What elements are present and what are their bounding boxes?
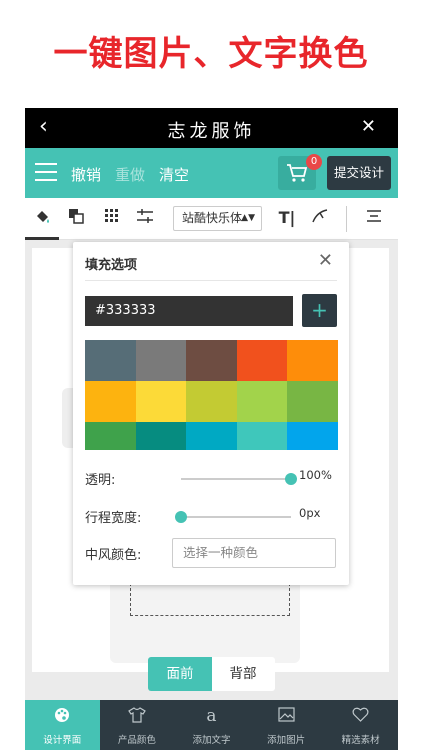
undo-button[interactable]: 撤销 xyxy=(71,164,101,185)
toolbar-divider xyxy=(346,206,347,232)
cart-count-badge: 0 xyxy=(306,154,322,170)
font-select-value: 站酷快乐体 xyxy=(182,211,243,225)
slider-thumb[interactable] xyxy=(285,473,297,485)
stroke-color-label: 中风颜色: xyxy=(85,548,142,563)
nav-item-label: 添加文字 xyxy=(192,735,231,746)
bottom-nav: 设计界面 产品颜色 a 添加文字 添加图片 精选素材 xyxy=(25,700,398,750)
color-swatch[interactable] xyxy=(236,381,288,422)
palette-icon xyxy=(25,707,100,727)
title-bar: ‹ 志龙服饰 ✕ xyxy=(25,108,398,148)
view-toggle: 面前 背部 xyxy=(148,657,275,691)
active-tool-indicator xyxy=(25,237,59,240)
nav-item-label: 精选素材 xyxy=(341,735,380,746)
color-swatch[interactable] xyxy=(236,340,288,381)
promo-headline: 一键图片、文字换色 xyxy=(53,34,369,74)
nav-item-tshirt[interactable]: 产品颜色 xyxy=(100,700,175,750)
fill-bucket-icon[interactable] xyxy=(33,208,53,228)
color-swatch[interactable] xyxy=(287,381,338,422)
opacity-value: 100% xyxy=(299,468,332,482)
tshirt-icon xyxy=(100,707,175,727)
color-swatch[interactable] xyxy=(135,381,187,422)
stroke-width-value: 0px xyxy=(299,506,321,520)
stroke-color-input[interactable]: 选择一种颜色 xyxy=(172,538,336,568)
close-icon[interactable]: ✕ xyxy=(361,116,376,137)
nav-item-heart[interactable]: 精选素材 xyxy=(323,700,398,750)
page-title: 志龙服饰 xyxy=(167,121,256,142)
nav-item-label: 产品颜色 xyxy=(117,735,156,746)
nav-item-palette[interactable]: 设计界面 xyxy=(25,700,100,750)
fill-options-panel: 填充选项 ✕ #333333 + 透明: 100% 行程宽度: 0px 中风颜色… xyxy=(73,242,349,585)
color-swatch[interactable] xyxy=(85,340,136,381)
nav-item-text[interactable]: a 添加文字 xyxy=(174,700,249,750)
select-arrows-icon: ▲▼ xyxy=(241,213,255,223)
divider xyxy=(85,280,337,281)
nav-item-label: 设计界面 xyxy=(43,735,82,746)
back-view-button[interactable]: 背部 xyxy=(211,657,275,691)
cart-icon xyxy=(287,164,308,182)
image-icon xyxy=(249,707,324,726)
phone-screen: ‹ 志龙服饰 ✕ 撤销 重做 清空 0 提交设计 站酷快乐体 ▲▼ T| 填充选… xyxy=(25,108,398,750)
clear-button[interactable]: 清空 xyxy=(159,164,189,185)
color-swatch[interactable] xyxy=(186,340,237,381)
stroke-width-slider[interactable] xyxy=(175,511,291,523)
close-icon[interactable]: ✕ xyxy=(318,250,333,271)
action-bar: 撤销 重做 清空 0 提交设计 xyxy=(25,148,398,198)
color-swatch[interactable] xyxy=(85,381,136,422)
nav-item-label: 添加图片 xyxy=(267,735,306,746)
adjust-sliders-icon[interactable] xyxy=(135,208,155,228)
layer-order-icon[interactable] xyxy=(66,208,86,228)
font-select[interactable]: 站酷快乐体 ▲▼ xyxy=(173,206,262,231)
curve-text-icon[interactable] xyxy=(310,208,330,228)
text-tool-icon[interactable]: T| xyxy=(277,208,297,228)
color-swatch[interactable] xyxy=(135,340,187,381)
front-view-button[interactable]: 面前 xyxy=(148,657,212,691)
panel-title: 填充选项 xyxy=(85,258,138,273)
submit-design-button[interactable]: 提交设计 xyxy=(327,156,391,190)
redo-button[interactable]: 重做 xyxy=(115,164,145,185)
slider-thumb[interactable] xyxy=(175,511,187,523)
add-color-button[interactable]: + xyxy=(302,294,337,327)
edit-toolbar: 站酷快乐体 ▲▼ T| xyxy=(25,198,398,240)
color-swatch[interactable] xyxy=(186,381,237,422)
text-icon: a xyxy=(206,706,217,726)
color-swatch[interactable] xyxy=(287,340,338,381)
menu-icon[interactable] xyxy=(35,163,57,181)
color-swatch[interactable] xyxy=(186,422,237,450)
nav-item-image[interactable]: 添加图片 xyxy=(249,700,324,750)
heart-icon xyxy=(323,707,398,726)
cart-button[interactable]: 0 xyxy=(278,154,322,190)
align-icon[interactable] xyxy=(364,208,384,228)
color-swatch-grid xyxy=(85,340,338,450)
color-hex-input[interactable]: #333333 xyxy=(85,296,293,326)
color-swatch[interactable] xyxy=(236,422,288,450)
color-swatch[interactable] xyxy=(135,422,187,450)
stroke-width-label: 行程宽度: xyxy=(85,511,142,526)
opacity-slider[interactable] xyxy=(181,473,297,485)
color-swatch[interactable] xyxy=(287,422,338,450)
grid-icon[interactable] xyxy=(102,208,122,228)
opacity-label: 透明: xyxy=(85,473,116,488)
color-swatch[interactable] xyxy=(85,422,136,450)
